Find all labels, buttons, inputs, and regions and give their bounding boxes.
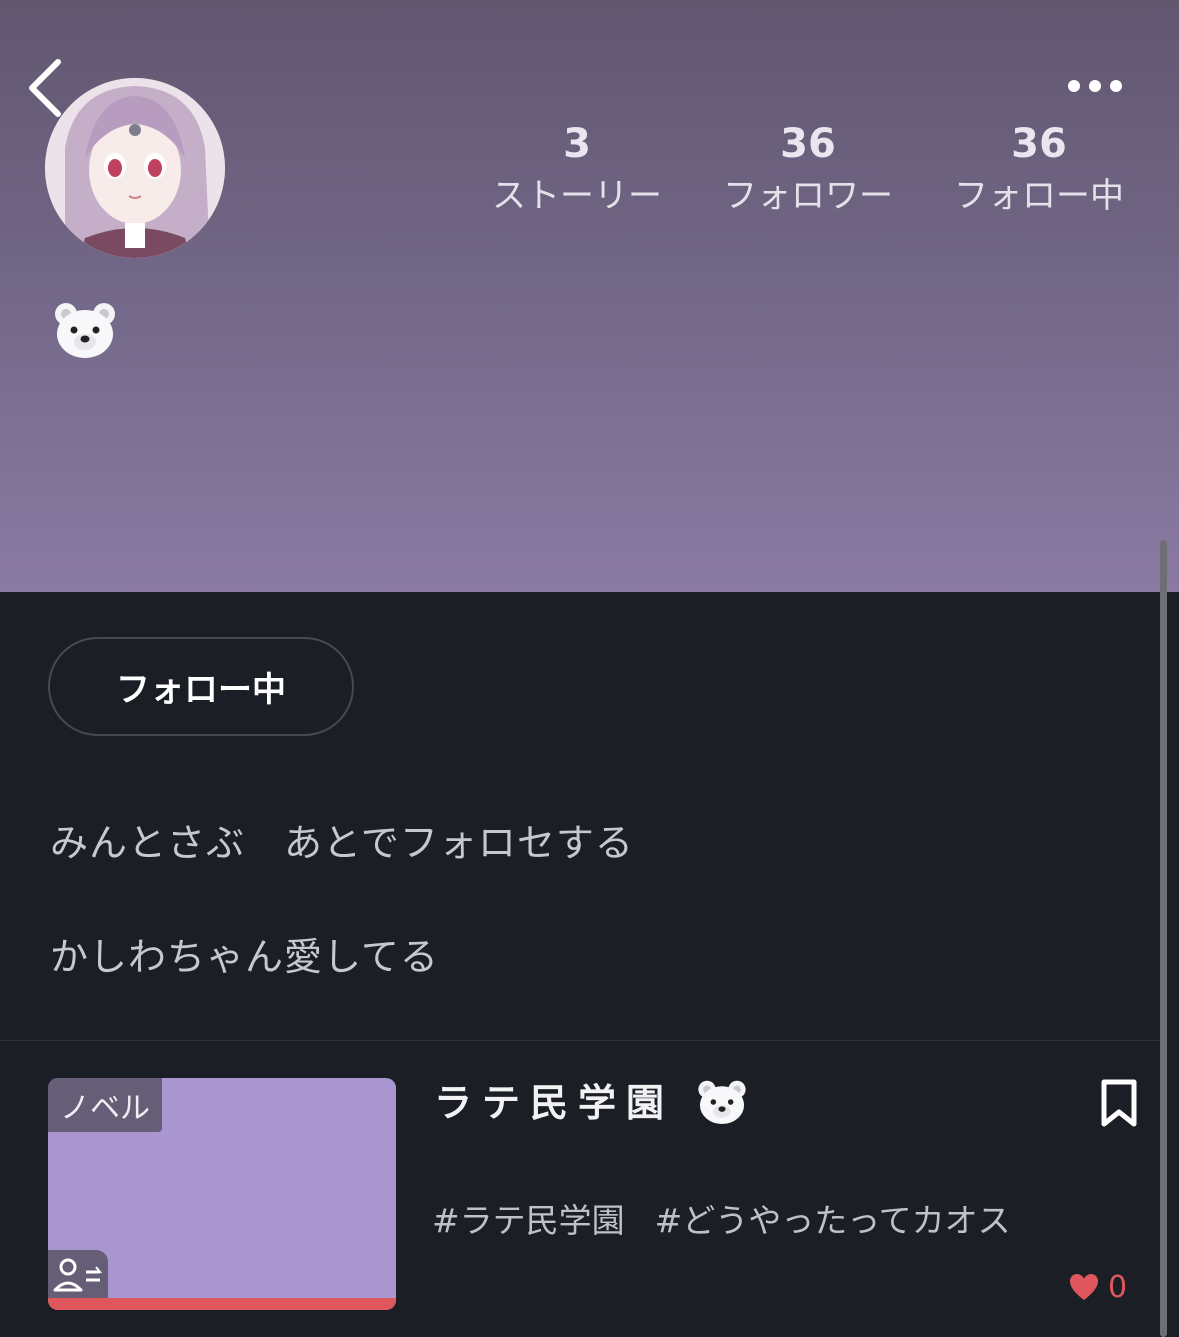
like-button[interactable]: 0: [1068, 1266, 1127, 1308]
story-tag-2[interactable]: #どうやったってカオス: [655, 1201, 1011, 1240]
anime-girl-avatar-icon: [45, 78, 225, 258]
stat-followers-label: フォロワー: [723, 176, 893, 216]
bio-line-2: かしわちゃん愛してる: [50, 935, 439, 979]
scrollbar[interactable]: [1160, 540, 1167, 1337]
stat-stories[interactable]: 3 ストーリー: [462, 120, 692, 220]
profile-header: 3 ストーリー 36 フォロワー 36 フォロー中: [0, 0, 1179, 592]
stat-following-count: 36: [1011, 121, 1067, 167]
more-options-button[interactable]: [1060, 66, 1130, 106]
stat-stories-count: 3: [563, 121, 591, 167]
stat-followers-count: 36: [780, 121, 836, 167]
heart-icon: [1070, 1274, 1098, 1300]
stat-followers[interactable]: 36 フォロワー: [693, 120, 923, 220]
stat-following[interactable]: 36 フォロー中: [924, 120, 1154, 220]
stat-following-label: フォロー中: [954, 176, 1124, 216]
user-switch-icon: [48, 1250, 108, 1298]
story-progress-bar: [48, 1298, 396, 1310]
polar-bear-icon: [696, 1078, 748, 1126]
story-tag-1[interactable]: #ラテ民学園: [432, 1201, 625, 1240]
story-type-badge: ノベル: [48, 1078, 162, 1132]
bio-line-1: みんとさぶ あとでフォロセする: [50, 821, 634, 865]
section-divider: [0, 1040, 1160, 1041]
story-title[interactable]: ラテ民学園: [434, 1078, 674, 1128]
story-thumbnail[interactable]: ノベル: [48, 1078, 396, 1310]
like-count: 0: [1108, 1269, 1128, 1305]
stat-stories-label: ストーリー: [492, 176, 662, 216]
story-tags: #ラテ民学園 #どうやったってカオス: [432, 1198, 1041, 1244]
bookmark-icon: [1101, 1079, 1137, 1127]
bookmark-button[interactable]: [1098, 1078, 1140, 1128]
ellipsis-icon: [1068, 80, 1122, 92]
polar-bear-icon: [52, 300, 118, 360]
following-button[interactable]: フォロー中: [48, 637, 354, 736]
avatar[interactable]: [45, 78, 225, 258]
